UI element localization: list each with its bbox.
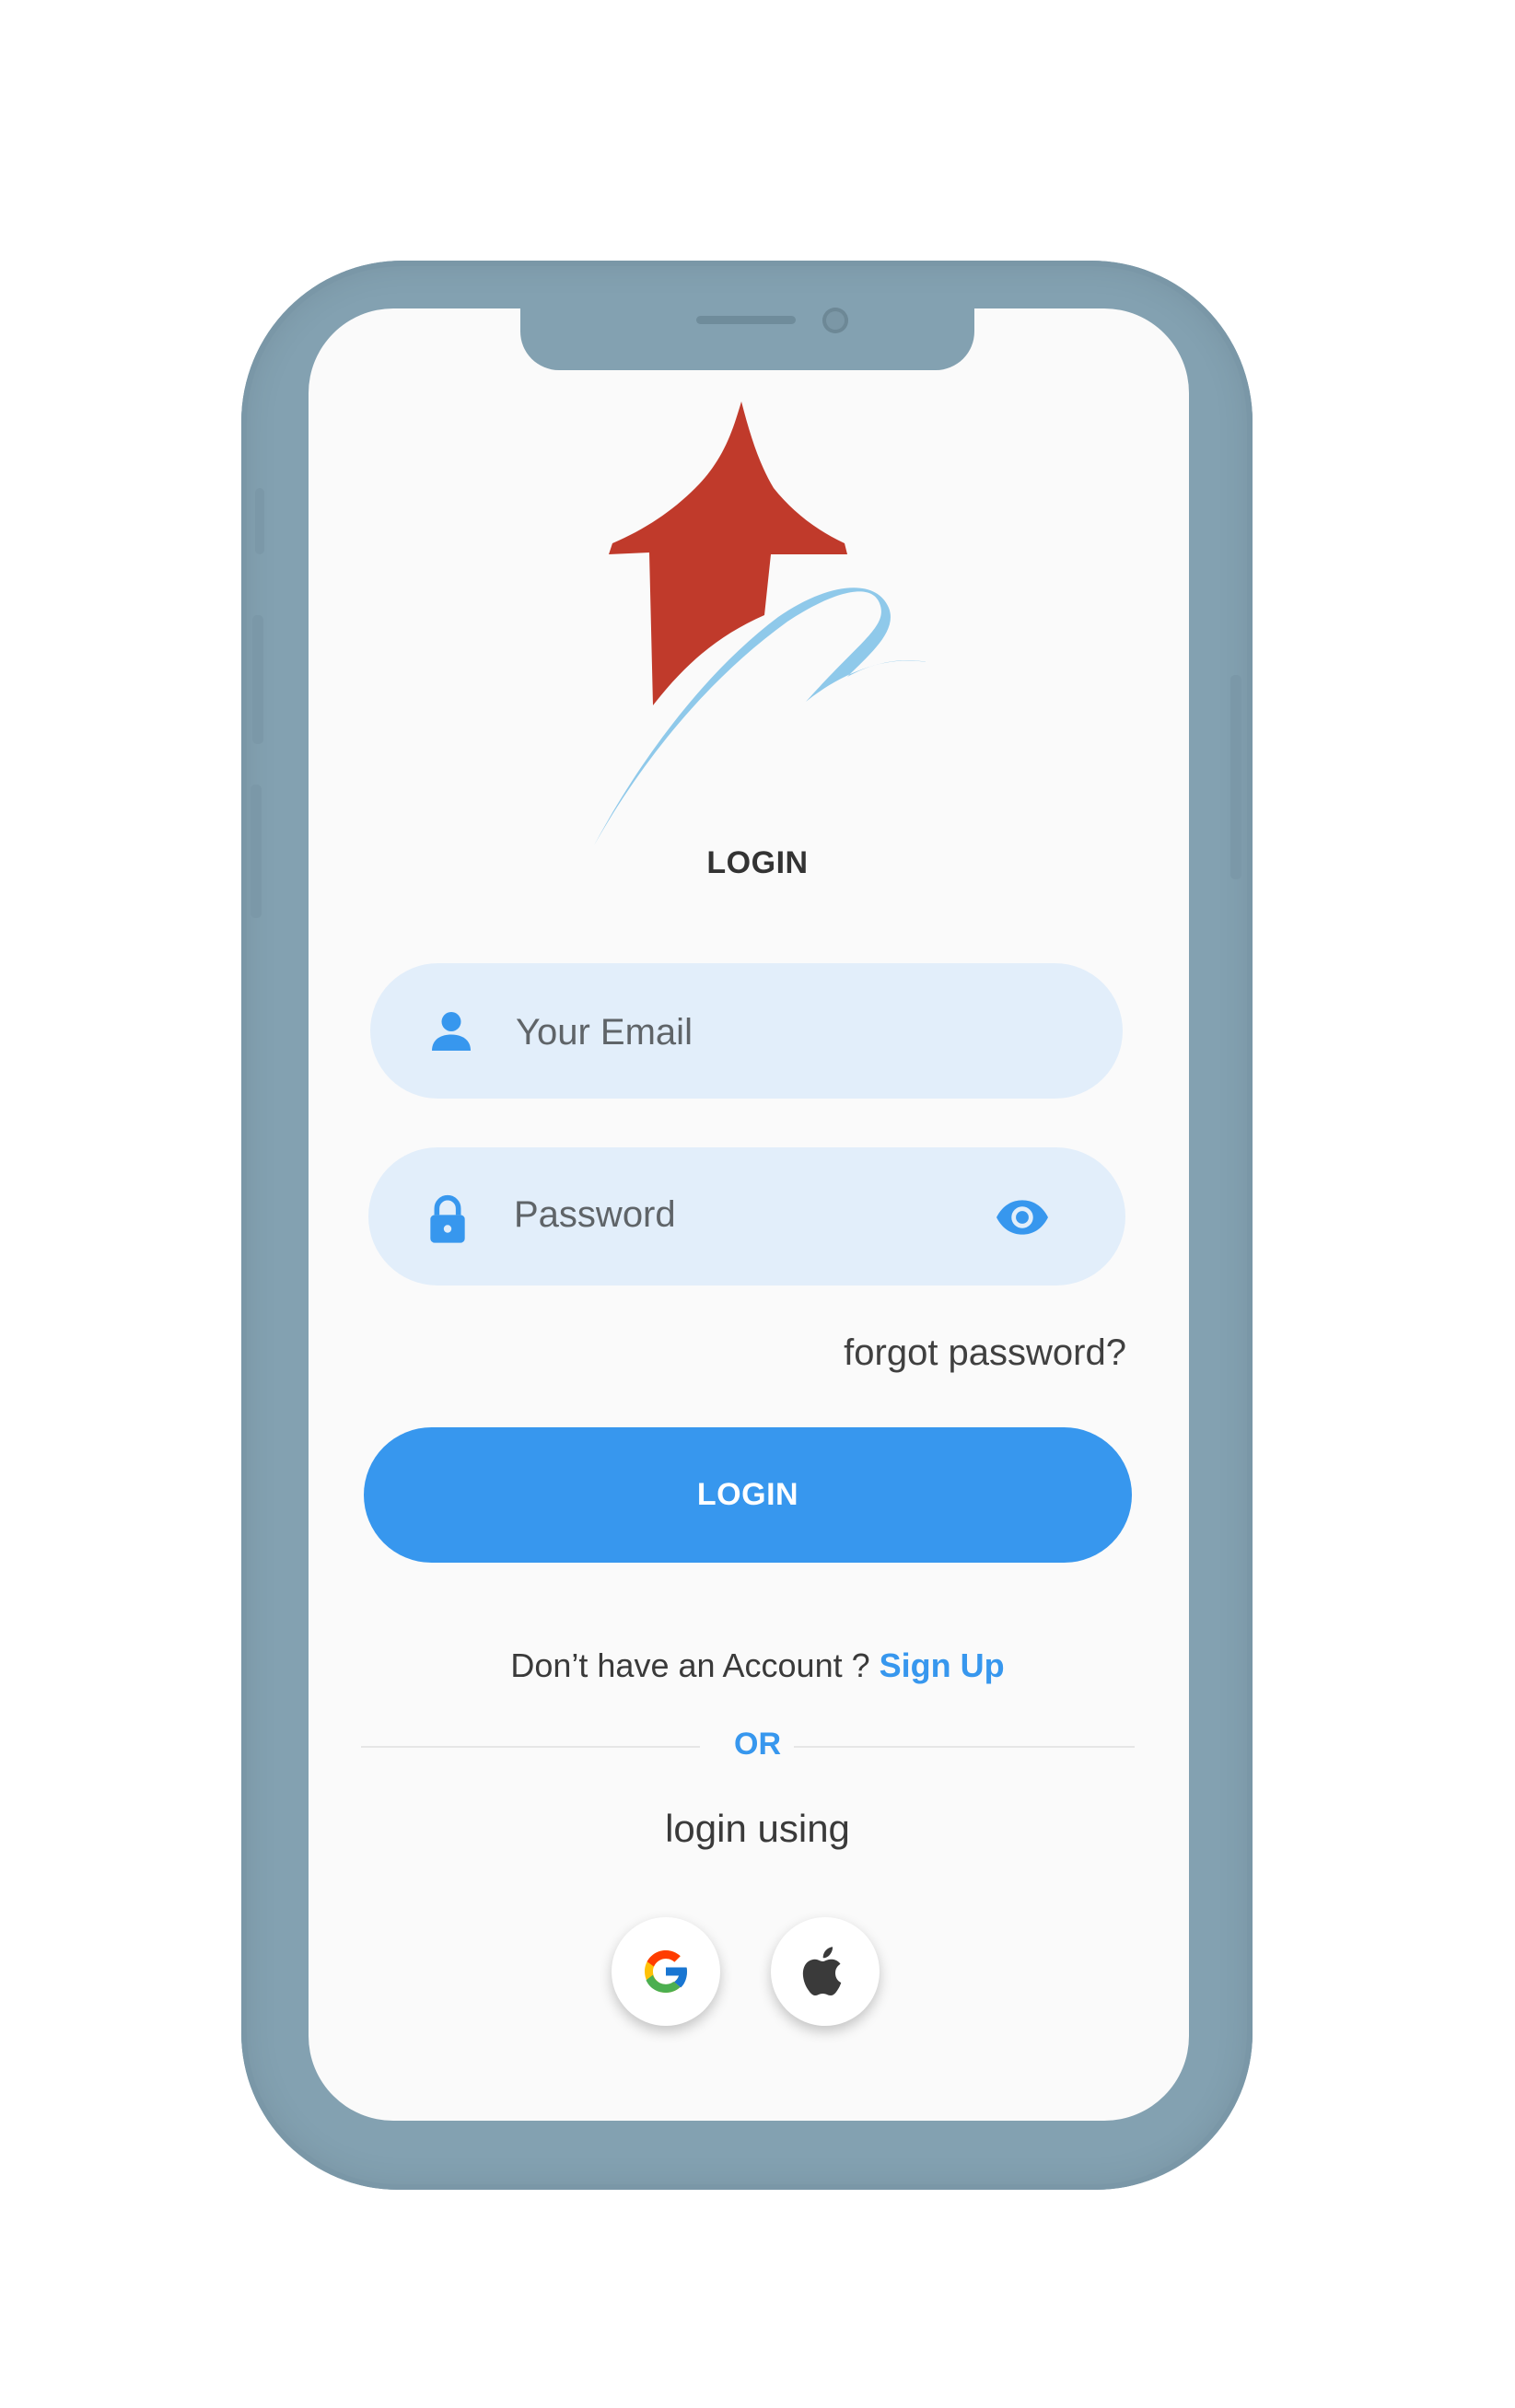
signup-prompt-text: Don’t have an Account ? — [510, 1646, 880, 1684]
or-divider-label: OR — [734, 1727, 781, 1762]
apple-login-button[interactable] — [771, 1917, 880, 2026]
logo-swoosh — [594, 587, 926, 845]
lock-icon — [430, 1194, 465, 1243]
signup-prompt: Don’t have an Account ? Sign Up — [0, 1646, 1515, 1685]
phone-notch — [520, 297, 974, 370]
email-field[interactable] — [370, 963, 1123, 1099]
speaker-grille — [696, 316, 796, 324]
front-camera — [822, 308, 848, 333]
side-button-volume-up — [252, 615, 263, 744]
signup-link[interactable]: Sign Up — [880, 1646, 1005, 1684]
apple-icon — [802, 1947, 842, 1996]
email-input[interactable] — [514, 1007, 1070, 1057]
page-title: LOGIN — [706, 845, 809, 880]
app-logo — [594, 401, 926, 845]
eye-icon[interactable] — [993, 1188, 1052, 1247]
side-button-mute — [255, 488, 264, 554]
password-input[interactable] — [512, 1190, 958, 1239]
page: LOGIN forgot password? LOGIN Don’t have … — [0, 0, 1515, 2408]
google-login-button[interactable] — [612, 1917, 720, 2026]
login-button[interactable]: LOGIN — [364, 1427, 1132, 1563]
login-using-label: login using — [665, 1807, 850, 1850]
logo-arrow — [609, 401, 847, 705]
person-icon — [432, 1012, 471, 1051]
password-field[interactable] — [368, 1147, 1125, 1285]
google-icon — [645, 1950, 689, 1993]
forgot-password-link[interactable]: forgot password? — [844, 1332, 1126, 1374]
